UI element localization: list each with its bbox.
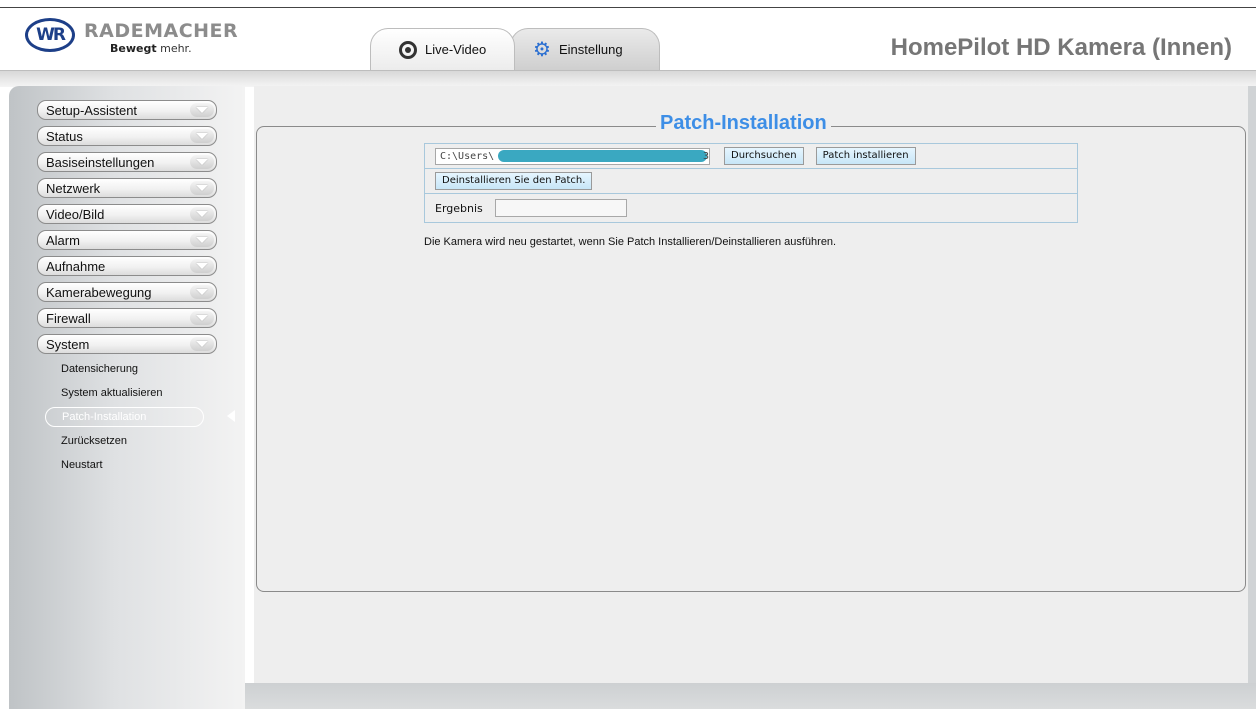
result-field [494, 199, 627, 217]
menu-item-status[interactable]: Status [37, 126, 217, 146]
patch-form: C:\Users\ 3 Durchsuchen Patch installier… [424, 143, 1078, 223]
menu-item-label: Firewall [46, 311, 91, 326]
chevron-down-icon [190, 233, 214, 247]
menu-item-alarm[interactable]: Alarm [37, 230, 217, 250]
uninstall-row: Deinstallieren Sie den Patch. [425, 169, 1077, 194]
menu-item-aufnahme[interactable]: Aufnahme [37, 256, 217, 276]
uninstall-patch-button[interactable]: Deinstallieren Sie den Patch. [435, 172, 593, 190]
chevron-down-icon [190, 259, 214, 273]
tab-live-video-label: Live-Video [425, 42, 487, 57]
logo-slogan-bold: Bewegt [110, 42, 157, 55]
browse-button[interactable]: Durchsuchen [724, 147, 804, 165]
gears-icon: ⚙ [533, 38, 551, 61]
main-right-edge [1248, 86, 1256, 709]
chevron-down-icon [190, 337, 214, 351]
menu-item-label: Basiseinstellungen [46, 155, 155, 170]
tab-einstellung-label: Einstellung [559, 42, 623, 57]
submenu-item-neustart[interactable]: Neustart [45, 453, 204, 477]
menu-item-label: System [46, 337, 90, 352]
active-pointer-icon [227, 410, 235, 422]
chevron-down-icon [190, 181, 214, 195]
webcam-icon [397, 39, 419, 61]
result-label: Ergebnis [435, 201, 483, 215]
header-band [0, 70, 1256, 87]
tab-live-video[interactable]: Live-Video [370, 28, 515, 70]
header-top-line [0, 7, 1256, 8]
logo-brand: RADEMACHER [84, 20, 239, 42]
main-panel: Patch-Installation C:\Users\ 3 Durchsuch… [254, 86, 1248, 683]
chevron-down-icon [190, 129, 214, 143]
menu-item-netzwerk[interactable]: Netzwerk [37, 178, 217, 198]
menu-item-label: Kamerabewegung [46, 285, 152, 300]
logo-slogan: Bewegt mehr. [110, 42, 192, 55]
file-row: C:\Users\ 3 Durchsuchen Patch installier… [425, 144, 1077, 169]
file-path-end: 3 [702, 150, 709, 162]
restart-note: Die Kamera wird neu gestartet, wenn Sie … [424, 236, 837, 248]
submenu-item-zuruecksetzen[interactable]: Zurücksetzen [45, 429, 204, 453]
header: WR RADEMACHER Bewegt mehr. ⚙ Einstellung… [0, 0, 1256, 80]
chevron-down-icon [190, 311, 214, 325]
redaction-mark [498, 149, 707, 162]
menu-item-kamerabewegung[interactable]: Kamerabewegung [37, 282, 217, 302]
sidebar: Setup-Assistent Status Basiseinstellunge… [9, 86, 245, 709]
menu-item-label: Setup-Assistent [46, 103, 138, 118]
chevron-down-icon [190, 103, 214, 117]
submenu-item-system-aktualisieren[interactable]: System aktualisieren [45, 381, 204, 405]
menu-item-basiseinstellungen[interactable]: Basiseinstellungen [37, 152, 217, 172]
menu-item-firewall[interactable]: Firewall [37, 308, 217, 328]
menu-item-video-bild[interactable]: Video/Bild [37, 204, 217, 224]
system-submenu: Datensicherung System aktualisieren Patc… [45, 357, 204, 477]
file-path-value: C:\Users\ [440, 150, 495, 162]
sidebar-menu: Setup-Assistent Status Basiseinstellunge… [37, 100, 217, 360]
logo-badge: WR [25, 18, 75, 52]
submenu-item-datensicherung[interactable]: Datensicherung [45, 357, 204, 381]
file-path-input[interactable]: C:\Users\ 3 [435, 147, 710, 165]
menu-item-setup-assistent[interactable]: Setup-Assistent [37, 100, 217, 120]
main-bottom-band [245, 683, 1256, 709]
install-patch-button[interactable]: Patch installieren [815, 147, 916, 165]
chevron-down-icon [190, 155, 214, 169]
result-row: Ergebnis [425, 194, 1077, 222]
app-title: HomePilot HD Kamera (Innen) [890, 34, 1232, 61]
submenu-item-patch-installation[interactable]: Patch-Installation [45, 407, 204, 427]
menu-item-label: Status [46, 129, 83, 144]
menu-item-system[interactable]: System [37, 334, 217, 354]
menu-item-label: Video/Bild [46, 207, 105, 222]
chevron-down-icon [190, 207, 214, 221]
logo-slogan-rest: mehr. [156, 42, 192, 55]
page-title: Patch-Installation [656, 112, 831, 135]
menu-item-label: Netzwerk [46, 181, 101, 196]
rademacher-logo: WR RADEMACHER Bewegt mehr. [25, 18, 250, 70]
menu-item-label: Aufnahme [46, 259, 106, 274]
menu-item-label: Alarm [46, 233, 80, 248]
tab-einstellung[interactable]: ⚙ Einstellung [510, 28, 660, 70]
chevron-down-icon [190, 285, 214, 299]
